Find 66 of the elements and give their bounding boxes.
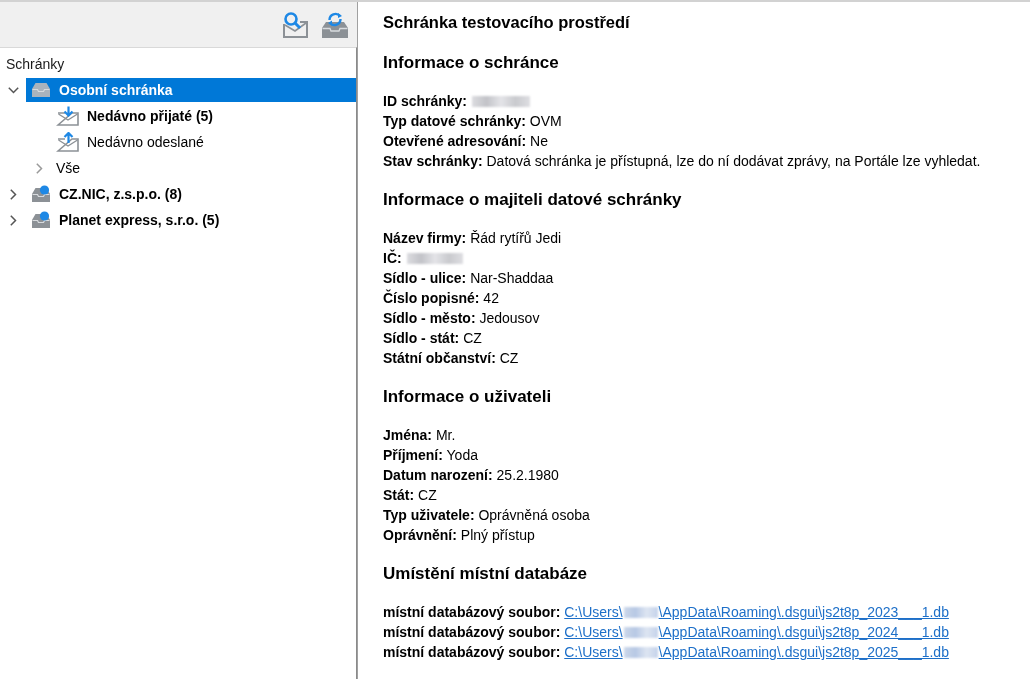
field-label: místní databázový soubor: [383,644,561,660]
field-label: Stát: [383,487,415,503]
file-path-link[interactable]: C:\Users\ \AppData\Roaming\.dsgui\js2t8p_2024___1.db [564,624,949,640]
inbox-person-icon [30,185,52,203]
field-value: Mr. [435,427,456,443]
field-value: Jedousov [479,310,540,326]
field-value: Oprávněná osoba [478,507,590,523]
field-value: CZ [418,487,437,503]
field-value: Nar-Shaddaa [470,270,554,286]
field-label: Oprávnění: [383,527,457,543]
envelope-magnifier-icon [281,10,309,39]
tree-item[interactable]: Nedávno přijaté (5) [52,104,356,128]
envelope-up-arrow-icon [56,132,80,152]
field-label: Typ uživatele: [383,507,475,523]
section-heading: Umístění místní databáze [383,563,589,585]
field-label: Sídlo - stát: [383,330,460,346]
chevron-right-icon[interactable] [9,214,17,226]
section-heading: Informace o majiteli datové schránky [383,189,683,211]
file-path-link[interactable]: C:\Users\ \AppData\Roaming\.dsgui\js2t8p_2025___1.db [564,644,949,660]
tree-header: Schránky [6,56,65,72]
field-value: Plný přístup [460,527,535,543]
tree-item[interactable]: Osobní schránka [26,78,356,102]
tree-item[interactable]: Vše [52,156,356,180]
field-value: Yoda [446,447,478,463]
tree-item[interactable]: Nedávno odeslané [52,130,356,154]
field-label: místní databázový soubor: [383,624,561,640]
field-value: CZ [463,330,482,346]
field-value: 25.2.1980 [496,467,559,483]
tree-item[interactable]: Planet express, s.r.o. (5) [26,208,356,232]
field-label: Stav schránky: [383,153,483,169]
chevron-down-icon[interactable] [7,86,19,94]
search-messages-button[interactable] [280,9,310,40]
blurred-username [623,647,658,658]
field-label: Číslo popisné: [383,290,480,306]
envelope-down-arrow-icon [56,106,80,126]
field-value: OVM [529,113,562,129]
section-heading: Informace o uživateli [383,386,553,408]
field-label: Jména: [383,427,433,443]
field-label: Typ datové schránky: [383,113,526,129]
field-label: ID schránky: [383,93,468,109]
blurred-value [406,253,463,264]
field-label: Otevřené adresování: [383,133,527,149]
section-heading: Informace o schránce [383,52,560,74]
field-label: Státní občanství: [383,350,496,366]
page-title: Schránka testovacího prostředí [383,12,631,33]
inbox-person-icon [30,211,52,229]
field-value: 42 [483,290,499,306]
field-value: Řád rytířů Jedi [470,230,562,246]
blurred-value [472,96,531,107]
blurred-username [623,627,658,638]
field-label: IČ: [383,250,402,266]
file-path-link[interactable]: C:\Users\ \AppData\Roaming\.dsgui\js2t8p_2023___1.db [564,604,949,620]
field-label: místní databázový soubor: [383,604,561,620]
field-label: Sídlo - město: [383,310,476,326]
chevron-right-icon[interactable] [9,188,17,200]
field-value: CZ [499,350,519,366]
inbox-tray-icon [30,81,52,99]
field-label: Příjmení: [383,447,443,463]
field-label: Datum narození: [383,467,493,483]
tree-item[interactable]: CZ.NIC, z.s.p.o. (8) [26,182,356,206]
field-value: Datová schránka je přístupná, lze do ní dodávat zprávy, na Portále lze vyhledat. [486,153,981,169]
field-label: Název firmy: [383,230,467,246]
field-label: Sídlo - ulice: [383,270,467,286]
blurred-username [623,607,658,618]
field-value: Ne [530,133,548,149]
inbox-sync-icon [321,10,349,39]
